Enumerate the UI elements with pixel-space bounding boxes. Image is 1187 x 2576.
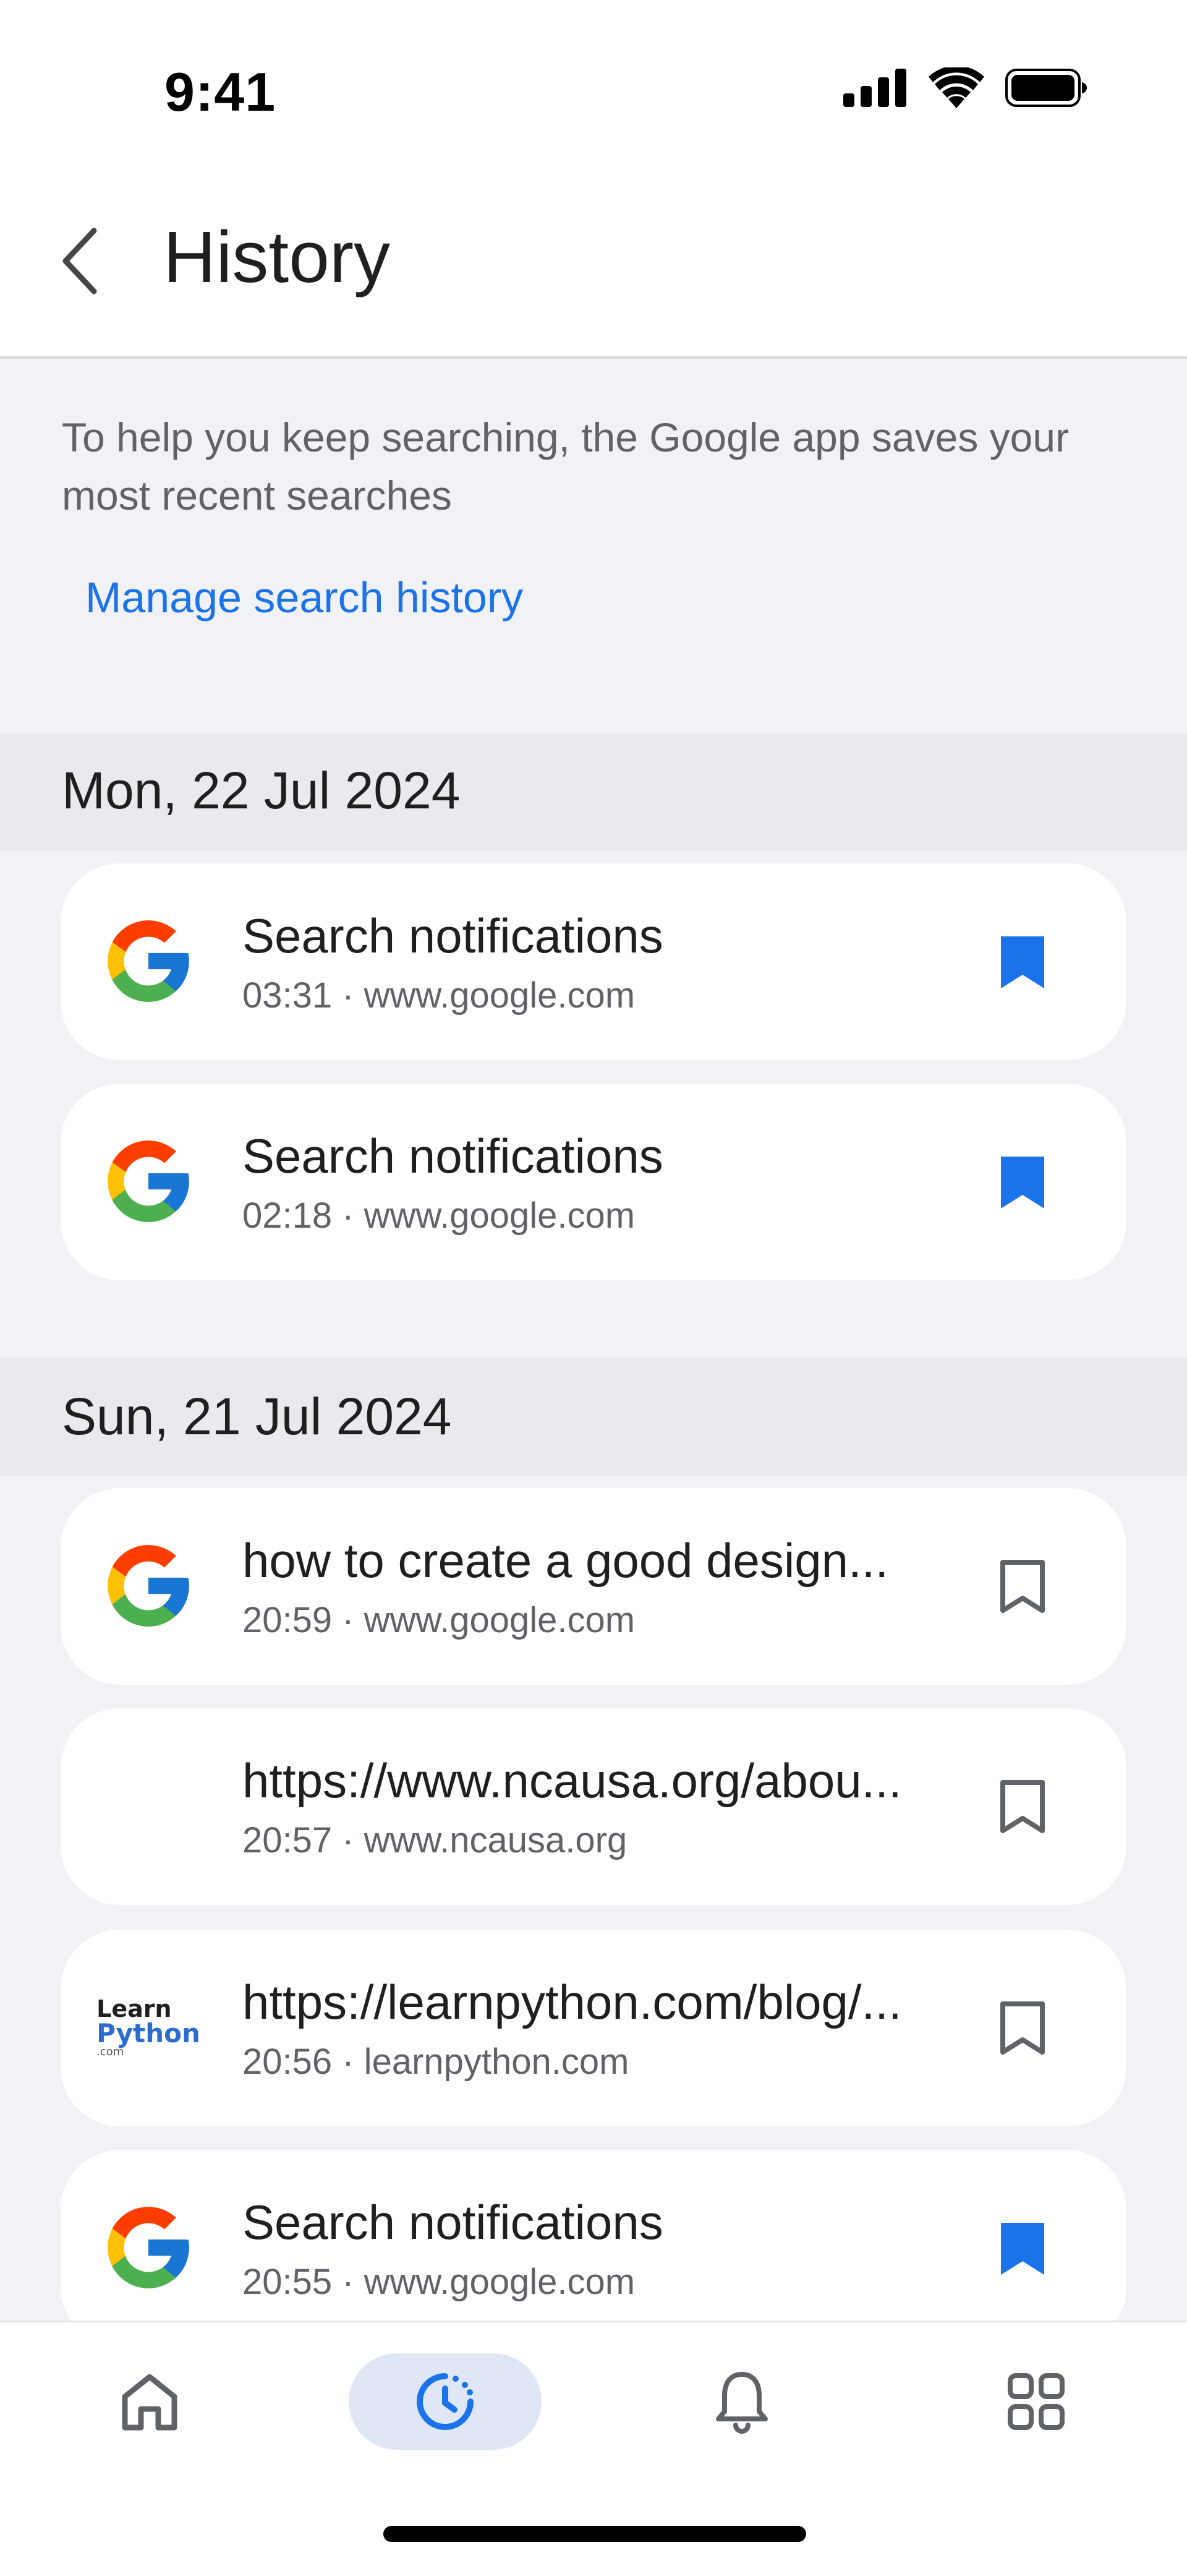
home-indicator — [383, 2526, 806, 2542]
bell-icon — [716, 2372, 768, 2434]
history-explanation: To help you keep searching, the Google a… — [62, 414, 1070, 518]
bookmark-button[interactable] — [988, 1148, 1057, 1217]
history-item-title: Search notifications — [242, 909, 663, 963]
wifi-icon — [929, 65, 984, 111]
page-title: History — [163, 216, 391, 298]
history-item-subtitle: 20:59 · www.google.com — [242, 1600, 636, 1640]
date-header: Sun, 21 Jul 2024 — [62, 1387, 452, 1445]
status-icons — [843, 65, 1088, 111]
history-item[interactable]: Search notifications 20:55 · www.google.… — [61, 2150, 1126, 2347]
history-item[interactable]: Learn Python .com https://learnpython.co… — [61, 1930, 1126, 2126]
google-g-icon — [99, 1536, 198, 1635]
home-icon — [122, 2374, 177, 2431]
bookmark-button[interactable] — [988, 928, 1057, 997]
history-item-subtitle: 20:55 · www.google.com — [242, 2262, 636, 2302]
logo-text: Python — [96, 2018, 200, 2048]
nav-notifications-button[interactable] — [697, 2352, 786, 2451]
history-item-title: Search notifications — [242, 2195, 663, 2249]
history-item[interactable]: https://www.ncausa.org/abou... 20:57 · w… — [61, 1708, 1126, 1905]
history-item[interactable]: Search notifications 03:31 · www.google.… — [61, 863, 1126, 1060]
bookmark-button[interactable] — [988, 1773, 1057, 1842]
back-button[interactable] — [47, 218, 111, 304]
bookmark-button[interactable] — [988, 2214, 1057, 2283]
status-time: 9:41 — [164, 61, 276, 122]
history-item-title: Search notifications — [242, 1129, 663, 1183]
bookmark-button[interactable] — [988, 1552, 1057, 1622]
google-g-icon — [99, 1132, 198, 1231]
nav-history-button[interactable] — [401, 2352, 490, 2451]
history-item-subtitle: 03:31 · www.google.com — [242, 975, 636, 1016]
nav-apps-button[interactable] — [992, 2352, 1081, 2451]
history-item[interactable]: Search notifications 02:18 · www.google.… — [61, 1084, 1126, 1280]
history-icon — [417, 2373, 474, 2430]
date-header: Mon, 22 Jul 2024 — [62, 761, 461, 819]
site-favicon-placeholder — [99, 1757, 198, 1855]
history-item-subtitle: 20:56 · learnpython.com — [242, 2042, 629, 2082]
history-item-title: https://learnpython.com/blog/... — [242, 1975, 902, 2029]
history-item-title: https://www.ncausa.org/abou... — [242, 1753, 902, 1808]
app-header — [0, 0, 1187, 357]
learnpython-logo: Learn Python .com — [96, 1978, 200, 2077]
back-arrow-icon — [62, 228, 97, 294]
bookmark-filled-icon — [1001, 1157, 1044, 1209]
battery-icon — [1005, 68, 1088, 110]
history-item[interactable]: how to create a good design... 20:59 · w… — [61, 1488, 1126, 1685]
history-item-subtitle: 02:18 · www.google.com — [242, 1196, 636, 1236]
bookmark-filled-icon — [1001, 2223, 1044, 2275]
bookmark-outline-icon — [1000, 2001, 1045, 2055]
google-g-icon — [99, 912, 198, 1011]
history-item-subtitle: 20:57 · www.ncausa.org — [242, 1820, 628, 1860]
bookmark-filled-icon — [1001, 936, 1044, 988]
google-g-icon — [99, 2198, 198, 2297]
cellular-signal-icon — [843, 68, 908, 110]
grid-icon — [1008, 2373, 1065, 2430]
header-divider — [0, 356, 1187, 359]
manage-search-history-link[interactable]: Manage search history — [85, 573, 523, 622]
bookmark-outline-icon — [1000, 1560, 1045, 1613]
nav-home-button[interactable] — [105, 2352, 194, 2451]
bookmark-outline-icon — [1000, 1780, 1045, 1833]
logo-text: Learn — [96, 1995, 172, 2022]
bottom-navigation — [0, 2321, 1187, 2576]
bookmark-button[interactable] — [988, 1994, 1057, 2063]
history-item-title: how to create a good design... — [242, 1533, 889, 1588]
